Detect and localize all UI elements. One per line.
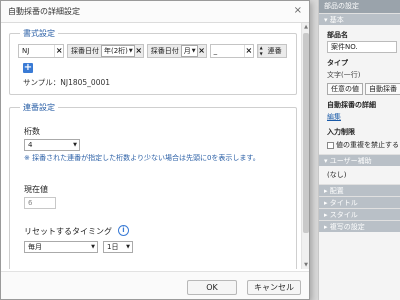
auto-number-dialog: 自動採番の詳細設定 × 書式設定 NJ × 採番日付 年(2桁) ▼ × 採番日付… bbox=[0, 0, 310, 300]
edit-link[interactable]: 編集 bbox=[319, 111, 400, 122]
reset-day-value: 1日 bbox=[107, 243, 119, 251]
remove-icon[interactable]: × bbox=[245, 45, 253, 57]
type-label: タイプ bbox=[327, 59, 348, 67]
panel-title: 部品の設定 bbox=[319, 0, 400, 13]
date-select-1-value: 年(2桁) bbox=[104, 47, 128, 55]
remove-icon[interactable]: × bbox=[135, 45, 143, 57]
sequence-settings-group: 連番設定 桁数 4 ▼ ※ 採番された連番が指定した桁数より少ない場合は先頭に0… bbox=[9, 102, 297, 269]
dialog-scrollbar[interactable]: ▲ ▼ bbox=[301, 23, 309, 269]
section-layout[interactable]: ▸ 配置 bbox=[319, 184, 400, 196]
chevron-down-icon: ▼ bbox=[73, 142, 77, 148]
chevron-down-icon: ▼ bbox=[191, 48, 196, 54]
auto-detail-label: 自動採番の詳細 bbox=[327, 101, 376, 109]
part-name-input[interactable]: 案件NO. bbox=[327, 41, 397, 53]
format-text-chip-2: _ × bbox=[209, 44, 254, 58]
chevron-down-icon[interactable]: ▼ bbox=[302, 261, 309, 269]
section-basic[interactable]: ▾ 基本 bbox=[319, 13, 400, 25]
dialog-title: 自動採番の詳細設定 bbox=[8, 7, 80, 16]
digits-label: 桁数 bbox=[24, 127, 40, 136]
reset-period-select[interactable]: 毎月 ▼ bbox=[24, 241, 98, 253]
section-print[interactable]: ▸ 複写の設定 bbox=[319, 220, 400, 232]
reset-period-value: 毎月 bbox=[28, 243, 42, 251]
date-select-1[interactable]: 年(2桁) ▼ bbox=[101, 45, 135, 57]
format-legend: 書式設定 bbox=[20, 28, 58, 39]
format-text-input-2[interactable]: _ bbox=[211, 45, 246, 57]
current-value-label: 現在値 bbox=[24, 185, 48, 194]
reset-day-select[interactable]: 1日 ▼ bbox=[103, 241, 133, 253]
info-icon[interactable]: i bbox=[118, 225, 129, 236]
property-panel: 部品の設定 ▾ 基本 部品名 案件NO. タイプ 文字(一行) 任意の値 自動採… bbox=[318, 0, 400, 300]
digits-select[interactable]: 4 ▼ bbox=[24, 139, 80, 151]
digits-note: ※ 採番された連番が指定した桁数より少ない場合は先頭に0を表示します。 bbox=[24, 154, 260, 162]
close-icon[interactable]: × bbox=[294, 6, 302, 16]
format-settings-group: 書式設定 NJ × 採番日付 年(2桁) ▼ × 採番日付 月 ▼ × _ × … bbox=[9, 28, 297, 95]
type-auto-button[interactable]: 自動採番 bbox=[365, 83, 400, 95]
ok-button[interactable]: OK bbox=[187, 280, 237, 295]
section-print-label: 複写の設定 bbox=[329, 223, 365, 231]
section-style[interactable]: ▸ スタイル bbox=[319, 208, 400, 220]
remove-icon[interactable]: × bbox=[198, 45, 206, 57]
format-text-input-1[interactable]: NJ bbox=[19, 45, 56, 57]
dialog-footer: OK キャンセル bbox=[1, 271, 309, 299]
section-user-assist[interactable]: ▾ ユーザー補助 bbox=[319, 154, 400, 166]
reset-timing-label: リセットするタイミング bbox=[24, 227, 112, 236]
section-style-label: スタイル bbox=[329, 211, 358, 219]
chevron-up-icon[interactable]: ▲ bbox=[302, 23, 309, 31]
user-assist-value: (なし) bbox=[327, 171, 347, 179]
section-basic-label: 基本 bbox=[329, 16, 344, 24]
dialog-body: 書式設定 NJ × 採番日付 年(2桁) ▼ × 採番日付 月 ▼ × _ × … bbox=[1, 23, 309, 269]
format-date-chip-1: 採番日付 年(2桁) ▼ × bbox=[67, 44, 144, 58]
dialog-titlebar: 自動採番の詳細設定 × bbox=[1, 1, 309, 23]
section-layout-label: 配置 bbox=[329, 187, 344, 195]
chevron-down-icon: ▼ bbox=[128, 48, 133, 54]
scrollbar-thumb[interactable] bbox=[303, 33, 309, 233]
date-label-2: 採番日付 bbox=[150, 47, 179, 55]
section-user-assist-label: ユーザー補助 bbox=[329, 157, 372, 165]
section-title[interactable]: ▸ タイトル bbox=[319, 196, 400, 208]
type-any-button[interactable]: 任意の値 bbox=[327, 83, 363, 95]
cancel-button[interactable]: キャンセル bbox=[247, 280, 301, 295]
sequence-label[interactable]: 連番 bbox=[264, 45, 286, 57]
format-text-chip-1: NJ × bbox=[18, 44, 64, 58]
date-label-1: 採番日付 bbox=[71, 47, 99, 55]
type-value: 文字(一行) bbox=[327, 71, 361, 79]
chevron-down-icon: ▼ bbox=[126, 244, 130, 250]
add-icon[interactable]: + bbox=[23, 63, 33, 73]
sequence-legend: 連番設定 bbox=[20, 102, 58, 113]
current-value-input[interactable]: 6 bbox=[24, 197, 56, 209]
remove-icon[interactable]: × bbox=[55, 45, 63, 57]
format-sample: サンプル：NJ1805_0001 bbox=[23, 78, 111, 87]
format-sequence-chip: ▲ ▼ 連番 bbox=[256, 44, 287, 58]
section-title-label: タイトル bbox=[329, 199, 358, 207]
chevron-down-icon: ▼ bbox=[91, 244, 95, 250]
part-name-label: 部品名 bbox=[327, 31, 348, 39]
digits-select-value: 4 bbox=[28, 141, 33, 149]
input-limit-label: 入力制限 bbox=[327, 128, 355, 136]
date-select-2-value: 月 bbox=[183, 47, 191, 55]
date-select-2[interactable]: 月 ▼ bbox=[180, 45, 198, 57]
format-date-chip-2: 採番日付 月 ▼ × bbox=[146, 44, 207, 58]
checkbox-icon bbox=[327, 141, 334, 149]
format-row: NJ × 採番日付 年(2桁) ▼ × 採番日付 月 ▼ × _ × ▲ ▼ 連… bbox=[18, 44, 290, 58]
no-duplicate-label: 値の重複を禁止する bbox=[336, 141, 399, 149]
no-duplicate-checkbox[interactable]: 値の重複を禁止する bbox=[319, 138, 400, 150]
